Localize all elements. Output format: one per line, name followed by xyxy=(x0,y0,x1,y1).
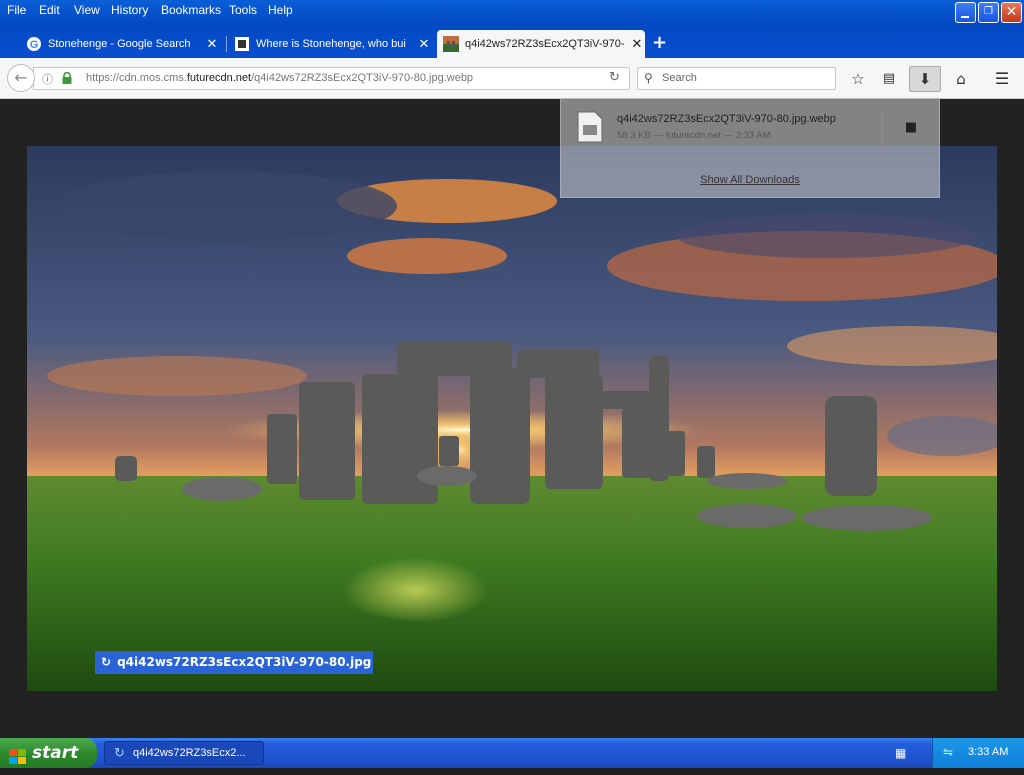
bookmark-star-icon[interactable]: ☆ xyxy=(847,68,869,90)
stonehenge-photo[interactable] xyxy=(27,146,997,691)
windows-logo-icon xyxy=(9,745,27,775)
taskbar-item-browser[interactable]: ↻ q4i42ws72RZ3sEcx2... xyxy=(104,741,264,765)
close-icon: ✕ xyxy=(1005,4,1018,20)
divider xyxy=(561,158,939,159)
menu-edit[interactable]: Edit xyxy=(39,3,60,17)
menu-bar: File Edit View History Bookmarks Tools H… xyxy=(0,0,940,20)
page-icon xyxy=(234,36,250,52)
tab-title: Where is Stonehenge, who bui xyxy=(256,38,406,50)
minimize-icon xyxy=(961,16,969,18)
download-file-name[interactable]: q4i42ws72RZ3sEcx2QT3iV-970-80.jpg.webp xyxy=(617,113,836,125)
close-window-button[interactable]: ✕ xyxy=(1001,2,1022,23)
new-tab-button[interactable]: + xyxy=(652,32,667,53)
search-icon: ⚲ xyxy=(644,71,653,85)
menu-help[interactable]: Help xyxy=(268,3,293,17)
tab-title: Stonehenge - Google Search xyxy=(48,38,191,50)
menu-history[interactable]: History xyxy=(111,3,148,17)
clock: 3:33 AM xyxy=(968,746,1009,758)
reading-list-icon[interactable]: ▤ xyxy=(878,68,900,90)
back-arrow-icon: ← xyxy=(14,68,28,87)
url-text[interactable]: https://cdn.mos.cms.futurecdn.net/q4i42w… xyxy=(86,72,473,84)
info-icon[interactable]: ⓘ xyxy=(42,71,53,87)
menu-hamburger-icon[interactable]: ☰ xyxy=(991,68,1013,90)
close-tab-icon[interactable]: ✕ xyxy=(629,36,645,52)
open-folder-button[interactable]: ■ xyxy=(882,109,939,147)
download-file-meta: 58.3 KB — futurecdn.net — 3:33 AM xyxy=(617,130,771,141)
start-button[interactable]: start xyxy=(0,738,97,768)
url-bar[interactable]: ⓘ https://cdn.mos.cms.futurecdn.net/q4i4… xyxy=(33,67,630,90)
minimize-button[interactable] xyxy=(955,2,976,23)
show-all-downloads-link[interactable]: Show All Downloads xyxy=(561,174,939,186)
tab-image-active[interactable]: q4i42ws72RZ3sEcx2QT3iV-970- ✕ xyxy=(437,30,645,58)
home-icon[interactable]: ⌂ xyxy=(950,68,972,90)
image-filename-caption: ↻ q4i42ws72RZ3sEcx2QT3iV-970-80.jpg xyxy=(95,651,374,674)
restore-icon: ❐ xyxy=(984,6,993,17)
tab-where-is-stonehenge[interactable]: Where is Stonehenge, who bui ✕ xyxy=(228,30,432,58)
download-arrow-icon: ⬇ xyxy=(918,70,932,88)
taskbar-item-label: q4i42ws72RZ3sEcx2... xyxy=(133,747,246,759)
downloads-panel: q4i42ws72RZ3sEcx2QT3iV-970-80.jpg.webp 5… xyxy=(560,98,940,198)
file-icon xyxy=(577,111,603,146)
back-button[interactable]: ← xyxy=(7,64,35,92)
folder-icon: ■ xyxy=(904,120,918,135)
google-icon: G xyxy=(26,36,42,52)
close-tab-icon[interactable]: ✕ xyxy=(204,36,220,52)
tab-google-search[interactable]: G Stonehenge - Google Search ✕ xyxy=(20,30,220,58)
search-placeholder: Search xyxy=(662,72,697,84)
svg-text:G: G xyxy=(30,39,39,51)
menu-tools[interactable]: Tools xyxy=(229,3,257,17)
image-thumbnail-icon xyxy=(443,36,459,52)
restore-button[interactable]: ❐ xyxy=(978,2,999,23)
browser-icon: ↻ xyxy=(114,745,125,760)
loading-icon: ↻ xyxy=(101,655,112,669)
menu-bookmarks[interactable]: Bookmarks xyxy=(161,3,221,17)
tab-title: q4i42ws72RZ3sEcx2QT3iV-970- xyxy=(465,38,625,50)
reload-icon[interactable]: ↻ xyxy=(609,70,620,85)
close-tab-icon[interactable]: ✕ xyxy=(416,36,432,52)
lock-icon[interactable] xyxy=(62,71,72,87)
menu-view[interactable]: View xyxy=(74,3,100,17)
start-label: start xyxy=(32,743,79,763)
search-box[interactable]: ⚲ Search xyxy=(637,67,836,90)
network-icon[interactable]: ⇋ xyxy=(943,745,953,759)
downloads-button[interactable]: ⬇ xyxy=(909,66,941,92)
menu-file[interactable]: File xyxy=(7,3,26,17)
keyboard-icon[interactable]: ▦ xyxy=(895,746,906,760)
